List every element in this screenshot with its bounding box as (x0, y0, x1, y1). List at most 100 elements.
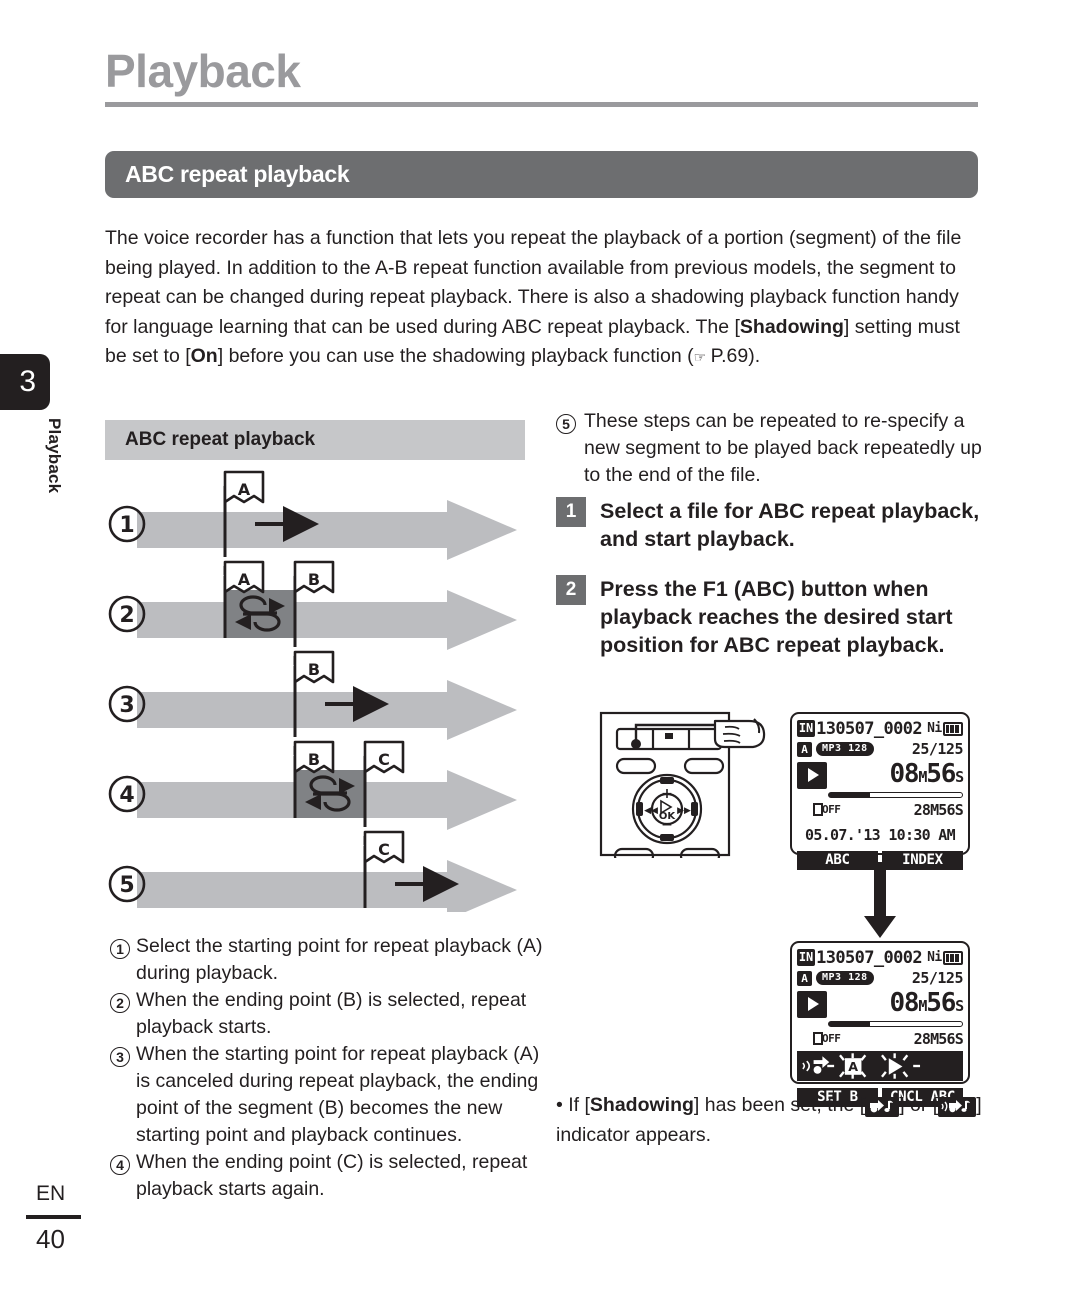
list-item-number: 4 (110, 1149, 136, 1203)
list-item-text: These steps can be repeated to re-specif… (584, 410, 982, 486)
pointing-hand-cursor (713, 718, 766, 749)
elapsed-minutes: 08 (889, 987, 919, 1018)
lcd-format-tag: A (797, 741, 812, 757)
lcd-file-counter: 25/125 (911, 740, 964, 758)
svg-text:◀◀: ◀◀ (644, 806, 658, 816)
chapter-side-label: Playback (34, 418, 74, 538)
chapter-number: 3 (19, 365, 36, 398)
step-badge: 1 (556, 497, 586, 527)
list-item: 1 Select the starting point for repeat p… (110, 933, 550, 987)
list-item-text: Select the starting point for repeat pla… (136, 935, 543, 984)
svg-text:C: C (378, 750, 390, 769)
chapter-tab: 3 (0, 354, 50, 410)
lcd-screen-playback: IN 130507_0002 Ni A MP3 128 25/125 08M56… (790, 712, 970, 870)
elapsed-second-unit: S (955, 767, 964, 786)
page-title: Playback (105, 45, 301, 97)
bullet-text-2: ] has been set, the [ (693, 1094, 866, 1116)
lcd-battery-type: Ni (927, 950, 942, 965)
pointing-hand-icon: ☞ (693, 349, 707, 365)
progress-bar[interactable] (828, 1021, 963, 1027)
play-icon (797, 761, 827, 789)
progress-bar[interactable] (828, 792, 963, 798)
elapsed-second-unit: S (955, 996, 964, 1015)
list-item-text: When the ending point (C) is selected, r… (136, 1151, 528, 1200)
list-item: 3 When the starting point for repeat pla… (110, 1041, 550, 1149)
elapsed-seconds: 56 (926, 987, 956, 1018)
svg-text:▶▶: ▶▶ (677, 806, 691, 816)
svg-text:1: 1 (119, 513, 134, 538)
lcd-source-tag: IN (797, 720, 816, 737)
lcd-battery-type: Ni (927, 721, 942, 736)
shadowing-indicator-icon (865, 1097, 900, 1117)
list-item: 4 When the ending point (C) is selected,… (110, 1149, 550, 1203)
lcd-filename: 130507_0002 (816, 718, 923, 739)
svg-text:B: B (308, 660, 320, 679)
intro-bold-shadowing: Shadowing (739, 315, 844, 338)
abc-marker-row: A (797, 1051, 963, 1081)
intro-text-3: ] before you can use the shadowing playb… (217, 345, 694, 367)
lcd-source-tag: IN (797, 949, 816, 966)
section-heading-bar: ABC repeat playback (105, 151, 978, 198)
lcd-total-time: 28M56S (913, 800, 964, 819)
bullet-text-3: ] or [ (899, 1094, 939, 1116)
lcd-datetime: 05.07.'13 10:30 AM (805, 826, 956, 844)
progress-bar-wrap (797, 792, 963, 798)
footer-page-number: 40 (36, 1224, 65, 1254)
shadowing-off-indicator: OFF (813, 803, 841, 816)
shadowing-off-label: OFF (822, 1032, 841, 1045)
svg-text:B: B (308, 570, 320, 589)
elapsed-minutes: 08 (889, 758, 919, 789)
lcd-codec-tag: MP3 128 (816, 971, 874, 985)
section-heading-label: ABC repeat playback (125, 161, 350, 187)
list-item-text: When the ending point (B) is selected, r… (136, 989, 527, 1038)
svg-text:3: 3 (119, 693, 134, 718)
intro-page-ref: P.69). (710, 345, 761, 367)
bullet-dot: • (556, 1094, 563, 1116)
lcd-elapsed-time: 08M56S (889, 758, 964, 790)
svg-text:C: C (378, 840, 390, 859)
shadowing-note-bullet: • If [Shadowing] has been set, the [ ] or… (556, 1090, 986, 1150)
lcd-screen-abc-set-a: IN 130507_0002 Ni A MP3 128 25/125 08M56… (790, 941, 970, 1107)
list-item-number: 5 (556, 408, 584, 489)
list-item: 2 When the ending point (B) is selected,… (110, 987, 550, 1041)
step-text: Select a file for ABC repeat playback, a… (600, 499, 980, 551)
chapter-side-label-text: Playback (45, 418, 64, 494)
lcd-filename: 130507_0002 (816, 947, 923, 968)
lcd-file-counter: 25/125 (911, 969, 964, 987)
intro-paragraph: The voice recorder has a function that l… (105, 224, 981, 373)
abc-repeat-diagram: A A B B B C C 1 2 3 4 5 (105, 462, 525, 912)
list-item-number: 3 (110, 1041, 136, 1149)
footer-language: EN (36, 1182, 66, 1205)
progress-bar-wrap (797, 1021, 963, 1027)
diagram-heading-label: ABC repeat playback (125, 429, 316, 450)
diagram-step-5-note: 5 These steps can be repeated to re-spec… (556, 408, 986, 489)
bullet-text-1: If [ (568, 1094, 590, 1116)
play-icon (797, 990, 827, 1018)
lcd-format-tag: A (797, 970, 812, 986)
svg-text:2: 2 (119, 603, 134, 628)
voice-recorder-illustration: + − ◀◀ ▶▶ OK (597, 703, 772, 858)
shadowing-indicator-icon-alt (938, 1097, 977, 1117)
svg-text:A: A (238, 570, 251, 589)
lcd-codec-tag: MP3 128 (816, 742, 874, 756)
svg-text:4: 4 (119, 783, 134, 808)
svg-text:5: 5 (119, 873, 134, 898)
svg-text:+: + (661, 786, 673, 802)
procedure-step-1: 1 Select a file for ABC repeat playback,… (556, 497, 986, 553)
diagram-heading: ABC repeat playback (105, 420, 525, 460)
lcd-elapsed-time: 08M56S (889, 987, 964, 1019)
step-badge: 2 (556, 575, 586, 605)
bullet-bold-shadowing: Shadowing (589, 1094, 694, 1116)
step-text: Press the F1 (ABC) button when playback … (600, 577, 953, 657)
intro-bold-on: On (190, 345, 218, 367)
flow-down-arrow (862, 862, 898, 940)
procedure-step-2: 2 Press the F1 (ABC) button when playbac… (556, 575, 986, 659)
elapsed-seconds: 56 (926, 758, 956, 789)
abc-marker-label: A (848, 1059, 858, 1074)
battery-icon (942, 950, 963, 965)
list-item-number: 2 (110, 987, 136, 1041)
shadowing-off-label: OFF (822, 803, 841, 816)
title-divider (105, 102, 978, 107)
diagram-step-list: 1 Select the starting point for repeat p… (110, 933, 550, 1203)
shadowing-off-indicator: OFF (813, 1032, 841, 1045)
